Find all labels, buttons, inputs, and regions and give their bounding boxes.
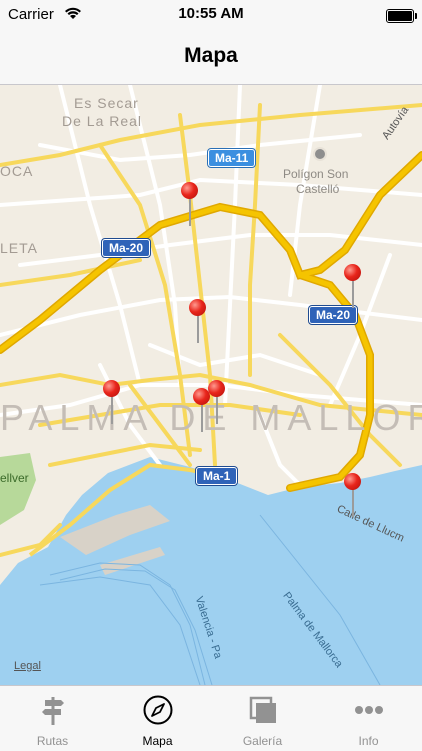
battery-icon bbox=[386, 9, 417, 23]
map-label-bellver: ellver bbox=[0, 471, 29, 485]
road-shield-ma20-left: Ma-20 bbox=[102, 239, 151, 257]
tab-rutas[interactable]: Rutas bbox=[0, 686, 105, 751]
poi-marker[interactable] bbox=[313, 147, 327, 161]
map-label-castello: Castelló bbox=[296, 182, 340, 196]
tab-bar: Rutas Mapa Galería Info bbox=[0, 685, 422, 751]
legal-link[interactable]: Legal bbox=[14, 660, 41, 672]
map-pin[interactable] bbox=[207, 380, 227, 426]
status-time: 10:55 AM bbox=[178, 5, 244, 22]
compass-icon bbox=[143, 695, 173, 725]
road-shield-ma11: Ma-11 bbox=[208, 149, 256, 167]
map-pin[interactable] bbox=[188, 299, 208, 345]
road-shield-ma1: Ma-1 bbox=[196, 467, 238, 485]
tab-mapa[interactable]: Mapa bbox=[105, 686, 210, 751]
map-label-oca: OCA bbox=[0, 163, 34, 179]
tab-label: Galería bbox=[242, 734, 283, 748]
tab-info[interactable]: Info bbox=[316, 686, 421, 751]
map-pin[interactable] bbox=[0, 565, 10, 611]
map-pin[interactable] bbox=[343, 264, 363, 310]
map-pin[interactable] bbox=[180, 182, 200, 228]
map-label-leta: LETA bbox=[0, 240, 38, 256]
tab-label: Mapa bbox=[142, 734, 173, 748]
navigation-bar: Mapa bbox=[0, 30, 422, 85]
tab-galeria[interactable]: Galería bbox=[210, 686, 315, 751]
map-pin[interactable] bbox=[102, 380, 122, 426]
signpost-icon bbox=[42, 697, 64, 725]
status-bar: Carrier 10:55 AM bbox=[0, 0, 422, 30]
tab-label: Info bbox=[358, 734, 379, 748]
map-label-poligon: Polígon Son bbox=[283, 167, 349, 181]
gallery-icon bbox=[249, 696, 276, 723]
map-label-de-la-real: De La Real bbox=[62, 113, 143, 129]
map-label-es-secar: Es Secar bbox=[74, 95, 139, 111]
page-title: Mapa bbox=[184, 44, 238, 67]
more-dots-icon bbox=[355, 706, 383, 714]
tab-label: Rutas bbox=[36, 734, 69, 748]
map-view[interactable]: Es Secar De La Real OCA LETA Polígon Son… bbox=[0, 85, 422, 685]
map-pin[interactable] bbox=[343, 473, 363, 519]
